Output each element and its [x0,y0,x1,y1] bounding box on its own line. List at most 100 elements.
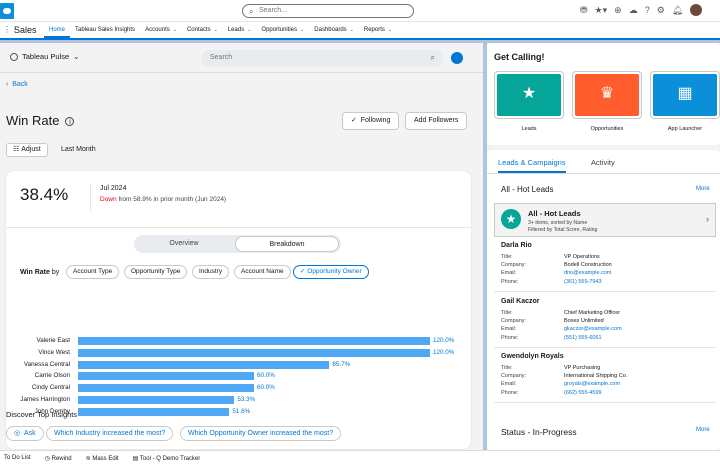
bar[interactable] [78,396,235,404]
nav-item-home[interactable]: Home [44,22,71,38]
nav-item-accounts[interactable]: Accounts ⌄ [140,22,182,38]
field-label: Company: [501,318,527,325]
tabs: Leads & Campaigns Activity [487,150,720,174]
user-avatar[interactable] [690,4,703,16]
bar[interactable] [78,337,430,345]
insight-question-1[interactable]: Which Industry increased the most? [46,426,174,441]
pulse-label: Tableau Pulse [22,52,70,61]
nav-item-leads[interactable]: Leads ⌄ [223,22,257,38]
notification-bell-icon[interactable]: 🔔︎ [672,4,683,16]
tab-breakdown[interactable]: Breakdown [235,236,339,252]
list-meta-2: Filtered by Total Score, Rating [528,227,598,233]
field-label: Phone: [501,334,519,341]
utility-rewind[interactable]: ◷ Rewind [45,455,72,462]
back-link[interactable]: ‹ Back [6,81,28,88]
favorites-star-icon[interactable]: ★▾ [595,4,608,16]
bar-label: James Harrington [20,396,70,403]
dimension-opportunity-type[interactable]: Opportunity Type [124,265,188,279]
utility-todo[interactable]: To Do List [4,455,31,461]
chevron-down-icon[interactable]: ⌄ [350,27,354,33]
dimension-opportunity-owner[interactable]: ✓ Opportunity Owner [293,265,369,279]
insights-title: Discover Top Insights [6,410,78,419]
field-value[interactable]: groyals@example.com [564,381,620,389]
lead-name[interactable]: Darla Rio [501,242,713,249]
bar-value-label: 60.0% [257,384,275,392]
utility-demo-tracker[interactable]: ▤ Tool - Q Demo Tracker [133,455,201,462]
field-value[interactable]: (361) 555-7943 [564,279,602,287]
bar[interactable] [78,384,254,393]
lead-name[interactable]: Gwendolyn Royals [501,353,713,360]
tile-leads[interactable]: ★ [494,71,564,119]
field-value: Chief Marketing Officer [564,310,621,316]
adjust-button[interactable]: ☷ Adjust [6,143,48,157]
dimension-account-name[interactable]: Account Name [234,265,291,279]
chevron-right-icon: › [706,214,709,224]
guidance-icon[interactable]: ⛃ [580,4,588,16]
lead-field-phone: Phone: (361) 555-7943 [501,279,713,287]
nav-item-tableau-sales-insights[interactable]: Tableau Sales Insights [70,22,140,38]
chevron-down-icon[interactable]: ⌄ [173,27,177,33]
trailhead-icon[interactable]: ☁ [629,4,638,16]
utility-mass-edit[interactable]: ≋ Mass Edit [86,455,119,462]
nav-item-reports[interactable]: Reports ⌄ [359,22,397,38]
bar[interactable] [78,407,230,416]
following-button[interactable]: ✓ Following [342,112,400,130]
field-value[interactable]: (551) 555-6061 [564,335,602,343]
hot-leads-list[interactable]: ★ All - Hot Leads 3+ items, sorted by Na… [494,203,716,237]
list-meta: 3+ items, sorted by Name Filtered by Tota… [528,220,597,234]
grid-icon: ▦ [677,85,693,102]
bar[interactable] [78,372,254,381]
tile-opportunities-bg: ♛ [575,74,639,116]
metric-value: 38.4% [20,185,69,204]
chevron-down-icon[interactable]: ⌄ [247,27,251,33]
nav-item-contacts[interactable]: Contacts ⌄ [182,22,223,38]
lead-name[interactable]: Gail Kaczor [501,298,713,305]
app-launcher-icon[interactable]: ⋮⋮ [3,26,19,34]
tab-activity[interactable]: Activity [591,158,615,167]
tile-opportunities[interactable]: ♛ [572,71,642,119]
nav-item-label: Dashboards [314,27,347,33]
status-more-link[interactable]: More [696,427,710,433]
lightbulb-icon: ◎ [14,430,21,437]
tab-leads-campaigns[interactable]: Leads & Campaigns [498,158,566,173]
nav-item-opportunities[interactable]: Opportunities ⌄ [256,22,309,38]
chevron-down-icon[interactable]: ⌄ [300,27,304,33]
tile-app-launcher[interactable]: ▦ [650,71,720,119]
pulse-search[interactable]: Search ⌕ [201,50,443,67]
bar[interactable] [78,348,430,357]
dimension-industry[interactable]: Industry [192,265,230,279]
tile-opportunities-label: Opportunities [590,126,624,132]
field-value[interactable]: (662) 555-4599 [564,390,602,398]
help-icon[interactable]: ? [645,4,650,16]
chevron-down-icon[interactable]: ⌄ [388,27,392,33]
add-followers-button[interactable]: Add Followers [405,112,468,130]
tab-overview[interactable]: Overview [134,235,234,253]
search-icon: ⌕ [430,53,435,62]
pulse-app-selector[interactable]: Tableau Pulse ⌄ [10,52,79,61]
info-icon[interactable]: i [65,117,75,127]
field-value[interactable]: drio@example.com [564,270,611,278]
user-icon[interactable] [451,52,463,64]
tile-app-launcher-label: App Launcher [667,126,703,132]
field-value: VP Purchasing [564,365,601,371]
dimension-account-type[interactable]: Account Type [66,265,120,279]
more-link[interactable]: More [696,186,710,192]
field-value[interactable]: gkaczor@example.com [564,326,622,334]
salesforce-logo[interactable] [0,3,14,19]
nav-item-dashboards[interactable]: Dashboards ⌄ [309,22,359,38]
chevron-down-icon[interactable]: ⌄ [214,27,218,33]
global-search[interactable]: ⌕ Search... [242,4,414,18]
utility-demo-tracker-label: Tool - Q Demo Tracker [139,455,201,462]
insight-question-2[interactable]: Which Opportunity Owner increased the mo… [180,426,342,441]
bar[interactable] [78,360,330,369]
add-icon[interactable]: ⊕ [614,4,622,16]
bar-value-label: 85.7% [332,360,351,368]
settings-gear-icon[interactable]: ⚙ [657,4,665,16]
app-name: Sales [14,25,37,35]
ask-button[interactable]: ◎ Ask [6,426,44,441]
view-toggle: Overview Breakdown [134,235,341,253]
tile-app-launcher-bg: ▦ [653,74,717,116]
lead-field-title: Title: Chief Marketing Officer [501,310,713,318]
bar-label: Vince West [38,348,70,356]
lead-field-title: Title: VP Purchasing [501,365,713,373]
